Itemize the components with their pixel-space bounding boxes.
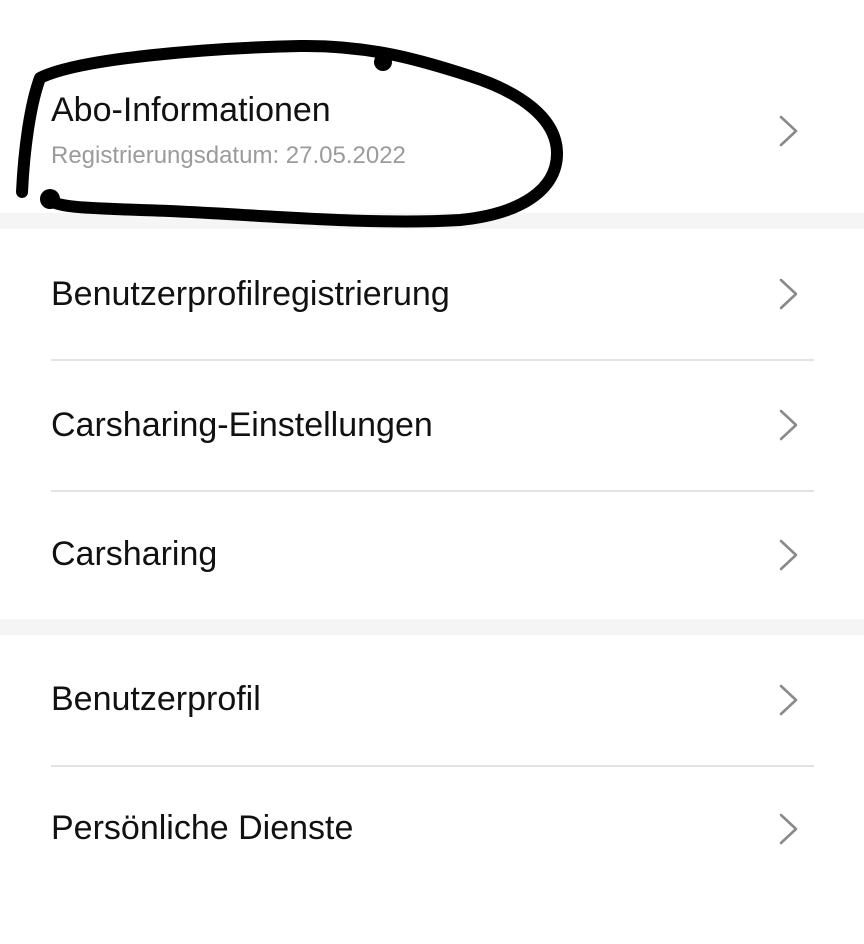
chevron-right-icon (776, 683, 802, 717)
menu-item-label: Benutzerprofil (51, 680, 261, 718)
chevron-right-icon (776, 812, 802, 846)
registration-date-text: Registrierungsdatum: 27.05.2022 (51, 142, 406, 169)
menu-item-label: Persönliche Dienste (51, 809, 354, 847)
menu-item-label: Abo-Informationen (51, 91, 331, 129)
chevron-right-icon (776, 408, 802, 442)
menu-item-label: Carsharing (51, 535, 218, 573)
menu-item-benutzerprofilregistrierung[interactable]: Benutzerprofilregistrierung (0, 229, 864, 360)
menu-item-label: Benutzerprofilregistrierung (51, 275, 450, 313)
menu-item-carsharing[interactable]: Carsharing (0, 492, 864, 619)
section-separator (0, 213, 864, 229)
chevron-right-icon (776, 277, 802, 311)
chevron-right-icon (776, 538, 802, 572)
menu-item-carsharing-einstellungen[interactable]: Carsharing-Einstellungen (0, 361, 864, 491)
menu-item-abo-informationen[interactable]: Abo-Informationen Registrierungsdatum: 2… (0, 0, 864, 213)
menu-item-persoenliche-dienste[interactable]: Persönliche Dienste (0, 767, 864, 897)
chevron-right-icon (776, 114, 802, 148)
section-separator (0, 619, 864, 635)
menu-item-benutzerprofil[interactable]: Benutzerprofil (0, 635, 864, 765)
settings-screen: Abo-Informationen Registrierungsdatum: 2… (0, 0, 864, 944)
menu-item-label: Carsharing-Einstellungen (51, 406, 433, 444)
